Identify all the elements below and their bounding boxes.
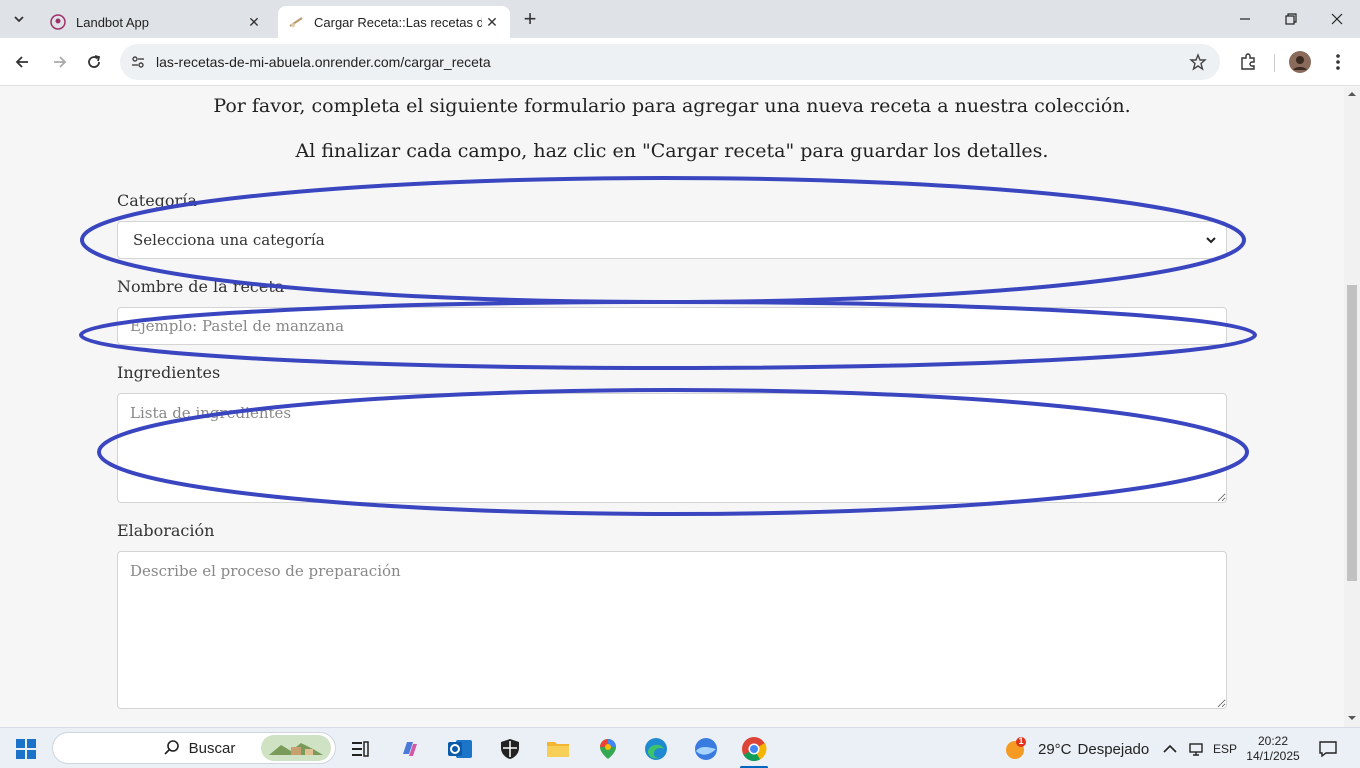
taskbar-search[interactable]: Buscar xyxy=(52,732,336,764)
tab-title: Landbot App xyxy=(76,14,150,30)
close-window-button[interactable] xyxy=(1314,0,1360,38)
network-icon xyxy=(1189,743,1203,756)
tab-strip: Landbot App ✕ Cargar Receta::Las recetas… xyxy=(0,0,1360,38)
url-text: las-recetas-de-mi-abuela.onrender.com/ca… xyxy=(156,54,491,70)
copilot-app[interactable] xyxy=(392,733,428,765)
chrome-app[interactable] xyxy=(736,733,772,768)
back-button[interactable] xyxy=(8,48,36,76)
map-pin-icon xyxy=(600,739,616,759)
site-settings-icon[interactable] xyxy=(128,52,148,72)
close-tab-icon[interactable]: ✕ xyxy=(482,12,502,32)
weather-widget[interactable]: 1 29°C Despejado xyxy=(1004,733,1154,765)
categoria-label: Categoría xyxy=(117,191,197,210)
arrow-right-icon xyxy=(54,56,67,68)
chat-bubble-icon xyxy=(1319,741,1337,758)
address-bar[interactable]: las-recetas-de-mi-abuela.onrender.com/ca… xyxy=(120,44,1220,80)
reload-icon xyxy=(88,55,101,68)
search-label: Buscar xyxy=(188,739,236,757)
security-app[interactable] xyxy=(492,733,528,765)
page-scrollbar[interactable] xyxy=(1344,87,1360,727)
chevron-up-icon xyxy=(1163,744,1177,753)
outlook-app[interactable] xyxy=(442,733,478,765)
scrollbar-thumb[interactable] xyxy=(1347,285,1357,581)
clock-time: 20:22 xyxy=(1257,734,1289,748)
task-view-button[interactable] xyxy=(342,733,378,765)
scroll-up-icon[interactable] xyxy=(1348,90,1356,98)
more-vertical-icon xyxy=(1336,54,1340,70)
start-button[interactable] xyxy=(10,733,42,765)
landbot-favicon-icon xyxy=(50,14,66,30)
close-tab-icon[interactable]: ✕ xyxy=(244,12,264,32)
scroll-down-icon[interactable] xyxy=(1348,714,1356,722)
language-indicator[interactable]: ESP xyxy=(1210,733,1240,765)
page-content: Por favor, completa el siguiente formula… xyxy=(0,87,1344,727)
maps-app[interactable] xyxy=(590,733,626,765)
close-icon xyxy=(1331,13,1343,25)
windows-taskbar: Buscar 1 29°C Despejado ESP 20:22 14/1/2… xyxy=(0,727,1360,768)
recipe-favicon-icon xyxy=(288,14,304,30)
weather-condition: Despejado xyxy=(1077,740,1150,758)
categoria-select[interactable]: Selecciona una categoría xyxy=(117,221,1227,259)
edge-icon xyxy=(645,738,667,760)
tab-title: Cargar Receta::Las recetas de m xyxy=(314,14,482,30)
minimize-icon xyxy=(1240,18,1250,20)
browser-toolbar: las-recetas-de-mi-abuela.onrender.com/ca… xyxy=(0,38,1360,86)
nombre-receta-input[interactable] xyxy=(117,307,1227,345)
weather-app[interactable] xyxy=(688,733,724,765)
restore-button[interactable] xyxy=(1268,0,1314,38)
task-view-icon xyxy=(352,741,369,757)
windows-logo-icon xyxy=(16,739,36,759)
puzzle-icon xyxy=(1241,53,1255,70)
toolbar-divider xyxy=(1274,54,1275,72)
minimize-button[interactable] xyxy=(1222,0,1268,38)
tab-search-button[interactable] xyxy=(6,6,32,32)
system-clock[interactable]: 20:22 14/1/2025 xyxy=(1246,733,1300,765)
wave-icon xyxy=(695,738,717,760)
file-explorer-app[interactable] xyxy=(540,733,576,765)
elaboracion-textarea[interactable] xyxy=(117,551,1227,709)
chevron-down-icon xyxy=(1206,237,1216,244)
new-tab-button[interactable]: + xyxy=(518,8,542,32)
outlook-icon xyxy=(448,740,472,758)
reload-button[interactable] xyxy=(80,48,108,76)
chevron-down-icon xyxy=(14,16,24,23)
avatar-icon xyxy=(1289,51,1311,73)
copilot-icon xyxy=(403,742,417,756)
search-icon xyxy=(164,740,179,755)
browser-menu-button[interactable] xyxy=(1326,50,1350,74)
categoria-selected-value: Selecciona una categoría xyxy=(133,231,325,249)
intro-text: Por favor, completa el siguiente formula… xyxy=(213,95,1131,117)
shield-icon xyxy=(501,739,519,759)
tab-landbot[interactable]: Landbot App ✕ xyxy=(40,6,272,38)
nombre-label: Nombre de la receta xyxy=(117,277,285,296)
show-hidden-icons-button[interactable] xyxy=(1160,733,1180,765)
clock-date: 14/1/2025 xyxy=(1246,749,1300,763)
instruction-text: Al finalizar cada campo, haz clic en "Ca… xyxy=(295,140,1049,162)
ingredientes-label: Ingredientes xyxy=(117,363,221,382)
weather-temperature: 29°C xyxy=(1038,740,1072,758)
notifications-button[interactable] xyxy=(1314,733,1342,765)
arrow-left-icon xyxy=(15,56,28,68)
profile-avatar[interactable] xyxy=(1288,50,1312,74)
sun-icon: 1 xyxy=(1004,736,1028,761)
extensions-button[interactable] xyxy=(1236,50,1260,74)
search-highlight-art-icon xyxy=(261,735,331,761)
weather-badge: 1 xyxy=(1018,736,1024,746)
tab-cargar-receta[interactable]: Cargar Receta::Las recetas de m ✕ xyxy=(278,6,510,38)
network-button[interactable] xyxy=(1186,733,1206,765)
bookmark-star-icon[interactable] xyxy=(1186,50,1210,74)
forward-button[interactable] xyxy=(46,48,74,76)
elaboracion-label: Elaboración xyxy=(117,521,215,540)
restore-icon xyxy=(1285,13,1297,25)
folder-icon xyxy=(547,742,569,757)
chrome-icon xyxy=(742,737,767,762)
edge-app[interactable] xyxy=(638,733,674,765)
ingredientes-textarea[interactable] xyxy=(117,393,1227,503)
